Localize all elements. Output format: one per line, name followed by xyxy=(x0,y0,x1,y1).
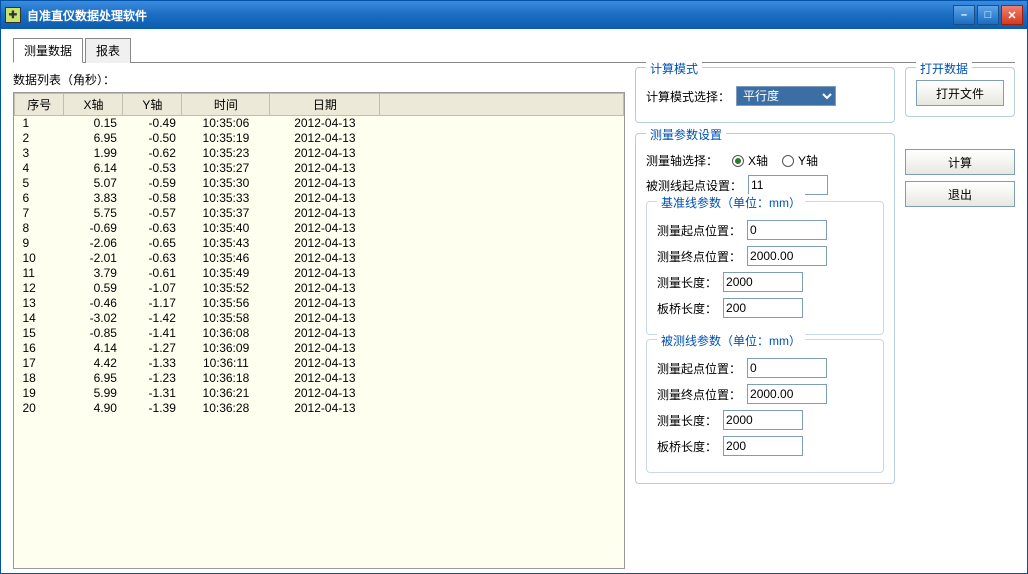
column-header[interactable]: X轴 xyxy=(64,94,123,116)
calc-mode-label: 计算模式选择： xyxy=(646,88,730,105)
table-row[interactable]: 10-2.01-0.6310:35:462012-04-13 xyxy=(15,251,624,266)
radio-dot-icon xyxy=(782,155,794,167)
base-bridge-label: 板桥长度： xyxy=(657,300,717,317)
data-grid[interactable]: 序号X轴Y轴时间日期 10.15-0.4910:35:062012-04-132… xyxy=(13,92,625,569)
close-button[interactable]: ✕ xyxy=(1001,5,1023,25)
axis-x-radio[interactable]: X轴 xyxy=(732,152,768,169)
target-end-label: 测量终点位置： xyxy=(657,386,741,403)
table-row[interactable]: 164.14-1.2710:36:092012-04-13 xyxy=(15,341,624,356)
startpoint-label: 被测线起点设置： xyxy=(646,177,742,194)
open-data-group: 打开数据 打开文件 xyxy=(905,67,1015,117)
window-title: 自准直仪数据处理软件 xyxy=(27,7,953,24)
column-header[interactable]: 时间 xyxy=(182,94,270,116)
target-start-input[interactable] xyxy=(747,358,827,378)
target-length-label: 测量长度： xyxy=(657,412,717,429)
target-bridge-label: 板桥长度： xyxy=(657,438,717,455)
table-row[interactable]: 13-0.46-1.1710:35:562012-04-13 xyxy=(15,296,624,311)
open-data-legend: 打开数据 xyxy=(916,60,972,77)
table-row[interactable]: 55.07-0.5910:35:302012-04-13 xyxy=(15,176,624,191)
table-row[interactable]: 31.99-0.6210:35:232012-04-13 xyxy=(15,146,624,161)
base-start-label: 测量起点位置： xyxy=(657,222,741,239)
base-length-label: 测量长度： xyxy=(657,274,717,291)
base-length-input[interactable] xyxy=(723,272,803,292)
base-bridge-input[interactable] xyxy=(723,298,803,318)
open-file-button[interactable]: 打开文件 xyxy=(916,80,1004,106)
target-length-input[interactable] xyxy=(723,410,803,430)
client-area: 测量数据 报表 数据列表（角秒）： 序号X轴Y轴时间日期 10.15-0.491… xyxy=(1,29,1027,573)
meas-param-legend: 测量参数设置 xyxy=(646,126,726,143)
base-line-group: 基准线参数（单位：mm） 测量起点位置： 测量终点位置： 测量长度： 板桥长度： xyxy=(646,201,884,335)
table-row[interactable]: 8-0.69-0.6310:35:402012-04-13 xyxy=(15,221,624,236)
window-buttons: – □ ✕ xyxy=(953,5,1023,25)
app-window: ✚ 自准直仪数据处理软件 – □ ✕ 测量数据 报表 数据列表（角秒）： 序号X… xyxy=(0,0,1028,574)
base-start-input[interactable] xyxy=(747,220,827,240)
minimize-button[interactable]: – xyxy=(953,5,975,25)
left-pane: 数据列表（角秒）： 序号X轴Y轴时间日期 10.15-0.4910:35:062… xyxy=(13,67,625,569)
maximize-button[interactable]: □ xyxy=(977,5,999,25)
base-end-label: 测量终点位置： xyxy=(657,248,741,265)
table-row[interactable]: 14-3.02-1.4210:35:582012-04-13 xyxy=(15,311,624,326)
table-row[interactable]: 204.90-1.3910:36:282012-04-13 xyxy=(15,401,624,416)
table-row[interactable]: 26.95-0.5010:35:192012-04-13 xyxy=(15,131,624,146)
base-line-legend: 基准线参数（单位：mm） xyxy=(657,194,805,211)
table-row[interactable]: 15-0.85-1.4110:36:082012-04-13 xyxy=(15,326,624,341)
table-row[interactable]: 63.83-0.5810:35:332012-04-13 xyxy=(15,191,624,206)
tab-measurement-data[interactable]: 测量数据 xyxy=(13,38,83,63)
radio-dot-icon xyxy=(732,155,744,167)
base-end-input[interactable] xyxy=(747,246,827,266)
calc-button[interactable]: 计算 xyxy=(905,149,1015,175)
tab-report[interactable]: 报表 xyxy=(85,38,131,63)
app-icon: ✚ xyxy=(5,7,21,23)
target-line-legend: 被测线参数（单位：mm） xyxy=(657,332,805,349)
target-bridge-input[interactable] xyxy=(723,436,803,456)
data-list-label: 数据列表（角秒）： xyxy=(13,71,625,88)
table-row[interactable]: 10.15-0.4910:35:062012-04-13 xyxy=(15,116,624,131)
table-row[interactable]: 120.59-1.0710:35:522012-04-13 xyxy=(15,281,624,296)
startpoint-input[interactable] xyxy=(748,175,828,195)
calc-mode-group: 计算模式 计算模式选择： 平行度 xyxy=(635,67,895,123)
action-column: 打开数据 打开文件 计算 退出 xyxy=(905,67,1015,569)
right-pane: 计算模式 计算模式选择： 平行度 测量参数设置 测量轴选择： xyxy=(635,67,1015,569)
column-header[interactable]: Y轴 xyxy=(123,94,182,116)
axis-select-label: 测量轴选择： xyxy=(646,152,718,169)
table-row[interactable]: 186.95-1.2310:36:182012-04-13 xyxy=(15,371,624,386)
table-row[interactable]: 46.14-0.5310:35:272012-04-13 xyxy=(15,161,624,176)
column-header[interactable]: 日期 xyxy=(270,94,380,116)
column-header[interactable]: 序号 xyxy=(15,94,64,116)
target-line-group: 被测线参数（单位：mm） 测量起点位置： 测量终点位置： 测量长度： 板桥长度： xyxy=(646,339,884,473)
content: 数据列表（角秒）： 序号X轴Y轴时间日期 10.15-0.4910:35:062… xyxy=(13,67,1015,569)
table-row[interactable]: 195.99-1.3110:36:212012-04-13 xyxy=(15,386,624,401)
table-row[interactable]: 75.75-0.5710:35:372012-04-13 xyxy=(15,206,624,221)
calc-mode-legend: 计算模式 xyxy=(646,60,702,77)
target-end-input[interactable] xyxy=(747,384,827,404)
table-row[interactable]: 9-2.06-0.6510:35:432012-04-13 xyxy=(15,236,624,251)
exit-button[interactable]: 退出 xyxy=(905,181,1015,207)
calc-mode-select[interactable]: 平行度 xyxy=(736,86,836,106)
meas-param-group: 测量参数设置 测量轴选择： X轴 Y轴 xyxy=(635,133,895,484)
target-start-label: 测量起点位置： xyxy=(657,360,741,377)
settings-column: 计算模式 计算模式选择： 平行度 测量参数设置 测量轴选择： xyxy=(635,67,895,569)
tab-row: 测量数据 报表 xyxy=(13,37,1015,63)
axis-y-radio[interactable]: Y轴 xyxy=(782,152,818,169)
titlebar: ✚ 自准直仪数据处理软件 – □ ✕ xyxy=(1,1,1027,29)
table-row[interactable]: 113.79-0.6110:35:492012-04-13 xyxy=(15,266,624,281)
table-row[interactable]: 174.42-1.3310:36:112012-04-13 xyxy=(15,356,624,371)
